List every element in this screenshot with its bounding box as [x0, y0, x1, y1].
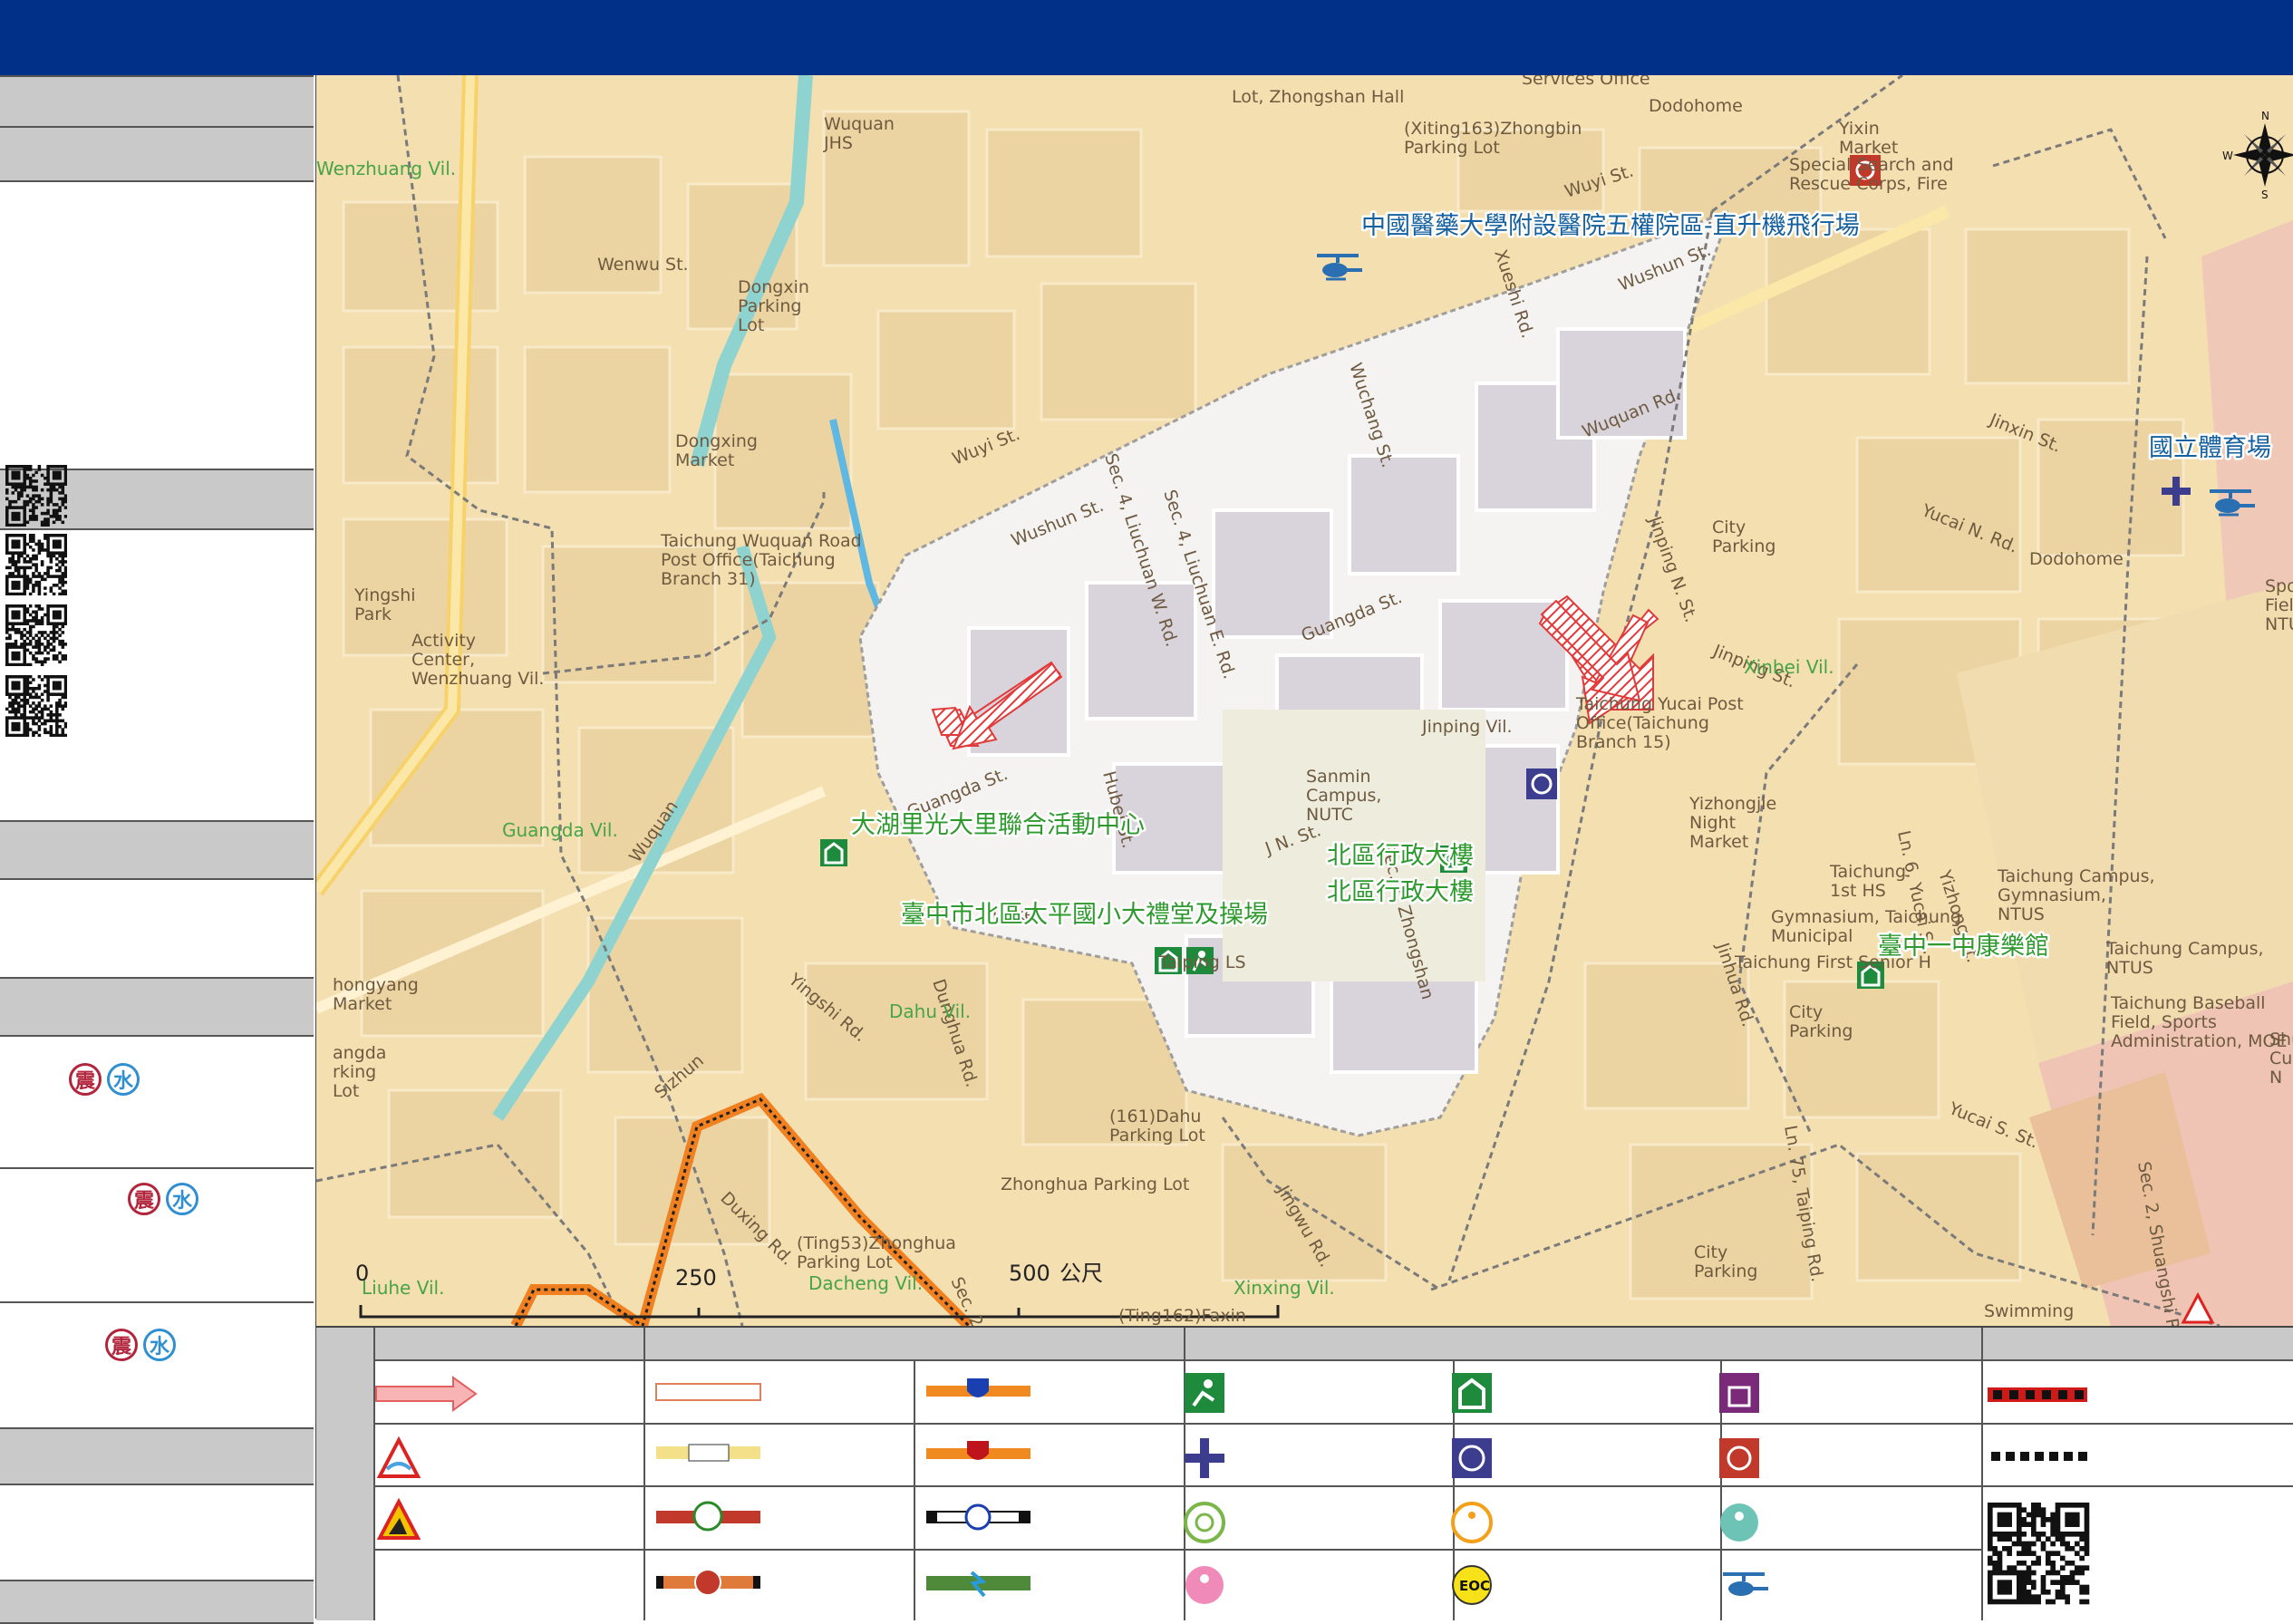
village-label: Dahu Vil.	[889, 1000, 971, 1022]
street-label: Jinping Vil.	[1421, 717, 1513, 737]
place-label: angda rking Lot	[333, 1043, 386, 1101]
legend-shelter-icon	[1452, 1373, 1492, 1413]
eoc-label: EOC	[1459, 1578, 1490, 1594]
qr-code[interactable]	[5, 465, 68, 527]
sidebar-header-5	[0, 977, 314, 1037]
legend-eoc-icon: EOC	[1452, 1565, 1492, 1605]
flood-badge: 水	[143, 1329, 176, 1361]
legend-outdoor-refuge-icon	[1185, 1373, 1224, 1413]
hazard-badges-3: 震 水	[105, 1329, 176, 1361]
place-label: Services Office	[1522, 75, 1650, 89]
hazard-badges-1: 震 水	[69, 1063, 140, 1096]
qr-code[interactable]	[5, 534, 68, 596]
place-label: City Parking	[1712, 517, 1775, 556]
compass-w: W	[2222, 150, 2233, 162]
compass-s: S	[2261, 188, 2269, 201]
place-label: Zhonghua Parking Lot	[1001, 1174, 1189, 1194]
place-label: Taichung Wuquan Road Post Office(Taichung…	[660, 531, 862, 589]
sidebar-header-1	[0, 75, 314, 128]
flood-badge: 水	[107, 1063, 140, 1096]
village-label: Wenzhuang Vil.	[316, 158, 456, 179]
place-label: (161)Dahu Parking Lot	[1109, 1107, 1205, 1146]
map-legend: EOC	[316, 1326, 2293, 1620]
legend-road-swatch	[656, 1444, 760, 1462]
place-label: Swimming	[1984, 1301, 2074, 1321]
sidebar-header-2	[0, 126, 314, 182]
legend-accessible-icon	[1184, 1502, 1225, 1543]
sidebar-divider	[0, 1301, 314, 1303]
shelter-label: 北區行政大樓	[1327, 878, 1474, 906]
shelter-label: 中國醫藥大學附設醫院五權院區-直升機飛行場	[1361, 212, 1860, 240]
place-label: Yizhongjie Night Market	[1688, 794, 1776, 852]
legend-family-icon	[1185, 1566, 1224, 1604]
place-label: Dodohome	[2029, 549, 2124, 569]
legend-table: EOC	[316, 1328, 2293, 1620]
place-label: Lot, Zhongshan Hall	[1232, 87, 1404, 107]
place-label: Special Search and Rescue Corps, Fire	[1789, 155, 1954, 194]
legend-fire-rescue-icon	[1719, 1438, 1759, 1478]
qr-code[interactable]	[5, 604, 68, 667]
scale-label-250: 250	[675, 1265, 717, 1290]
village-label: Xinxing Vil.	[1234, 1277, 1335, 1299]
legend-boundary-red-swatch	[1988, 1387, 2087, 1402]
shelter-label: 北區行政大樓	[1327, 842, 1474, 870]
sidebar-header-4	[0, 820, 314, 880]
place-label: (Ting53)Zhonghua Parking Lot	[797, 1233, 956, 1272]
street-label: Yucai S. St.	[1945, 1098, 2041, 1153]
legend-police-icon	[1452, 1438, 1492, 1478]
place-label: SporFieldNTU	[2265, 576, 2293, 634]
helicopter-icon	[1317, 254, 1362, 281]
sidebar-header-7	[0, 1580, 314, 1624]
hazard-badges-2: 震 水	[128, 1183, 198, 1215]
legend-childcare-icon	[1720, 1503, 1758, 1542]
shelter-icon	[820, 839, 847, 866]
sidebar-divider	[0, 1167, 314, 1169]
place-label: Taichung Yucai Post Office(Taichung Branch…	[1575, 694, 1744, 752]
shelter-label: 臺中一中康樂館	[1878, 933, 2049, 961]
place-label: (Ting162)Faxin	[1118, 1306, 1246, 1326]
shelter-label: 臺中市北區太平國小大禮堂及操場	[901, 901, 1268, 929]
place-label: Taichung 1st HS	[1829, 862, 1906, 901]
village-label: Xinbei Vil.	[1744, 656, 1834, 678]
village-label: Liuhe Vil.	[362, 1277, 444, 1299]
legend-elderly-icon	[1451, 1502, 1493, 1543]
scale-label-500: 500	[1009, 1261, 1050, 1286]
place-label: Dodohome	[1649, 96, 1743, 116]
title-bar	[0, 0, 2293, 77]
compass-icon: N S W E	[2222, 110, 2293, 201]
shelter-label: 國立體育場	[2149, 434, 2271, 462]
legend-road-swatch	[655, 1383, 761, 1401]
qr-code[interactable]	[5, 675, 68, 738]
earthquake-badge: 震	[128, 1183, 160, 1215]
scale-unit: 公尺	[1059, 1261, 1103, 1286]
info-sidebar: 震 水 震 水 震 水	[0, 75, 317, 1624]
shelter-label: 大湖里光大里聯合活動中心	[851, 811, 1145, 839]
police-icon	[1526, 768, 1557, 799]
flood-badge: 水	[166, 1183, 198, 1215]
village-label: Guangda Vil.	[502, 819, 618, 841]
street-label: Jinping N. St.	[1644, 513, 1701, 624]
place-label: Yixin Market	[1838, 119, 1898, 158]
evacuation-map[interactable]: N S W E 0 250 500 公尺 Wuyi St.Wuquan Rd.W…	[316, 75, 2293, 1326]
map-canvas: N S W E 0 250 500 公尺 Wuyi St.Wuquan Rd.W…	[316, 75, 2293, 1326]
earthquake-badge: 震	[69, 1063, 102, 1096]
sidebar-header-6	[0, 1427, 314, 1485]
earthquake-badge: 震	[105, 1329, 138, 1361]
street-label: Wenwu St.	[597, 255, 689, 275]
compass-n: N	[2261, 110, 2269, 122]
legend-shelter-purple-icon	[1719, 1373, 1759, 1413]
street-label: Wuyi St.	[950, 424, 1023, 469]
place-label: Taiping LS	[1158, 952, 1246, 972]
village-label: Dacheng Vil.	[808, 1272, 923, 1294]
